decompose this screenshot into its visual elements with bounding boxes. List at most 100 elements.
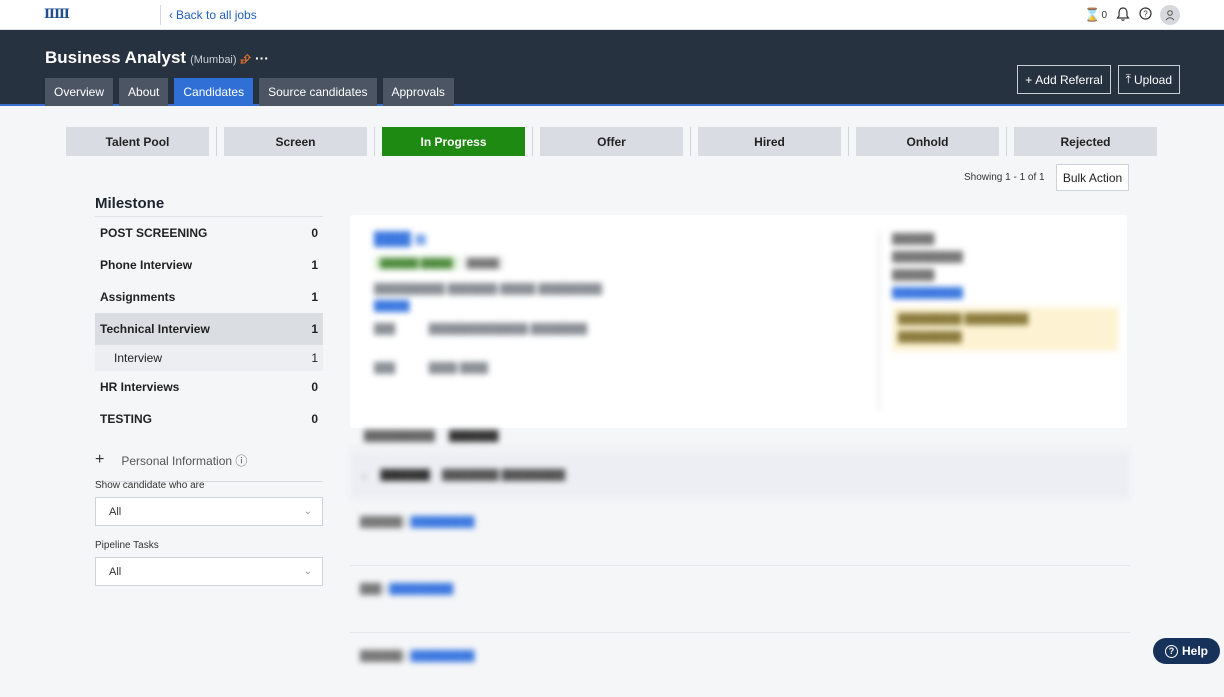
milestone-post-screening[interactable]: POST SCREENING 0 xyxy=(95,217,323,249)
milestone-hr-interviews[interactable]: HR Interviews 0 xyxy=(95,371,323,403)
question-icon: ? xyxy=(1164,644,1178,658)
milestone-count: 1 xyxy=(311,290,318,304)
status-badge-blurred: ██████ █████ xyxy=(374,256,459,270)
blurred-line: ██████ xyxy=(892,234,935,245)
stage-rejected[interactable]: Rejected xyxy=(1014,127,1157,156)
stage-screen[interactable]: Screen xyxy=(224,127,367,156)
milestone-count: 1 xyxy=(311,351,318,365)
stage-in-progress[interactable]: In Progress xyxy=(382,127,525,156)
milestone-technical-interview[interactable]: Technical Interview 1 xyxy=(95,313,323,345)
milestone-label: Assignments xyxy=(100,290,176,304)
chevron-down-icon: ⌄ xyxy=(303,566,312,577)
info-icon: ⓘ xyxy=(235,453,248,468)
job-title: Business Analyst xyxy=(45,48,187,67)
upload-icon: ⤒ xyxy=(1125,72,1131,86)
stage-hired[interactable]: Hired xyxy=(698,127,841,156)
milestone-label: TESTING xyxy=(100,412,153,426)
stage-divider xyxy=(216,127,217,156)
chevron-left-icon: ‹ xyxy=(169,8,173,22)
plus-icon: + xyxy=(1025,72,1033,87)
chevron-down-icon: ⌄ xyxy=(360,470,369,481)
blurred-line: ██████████ xyxy=(892,252,963,263)
feedback-row-blurred: ██████ | █████████ xyxy=(360,651,475,662)
help-circle-icon[interactable]: ? xyxy=(1139,7,1152,23)
tab-approvals[interactable]: Approvals xyxy=(382,78,454,106)
pipeline-stages: Talent Pool Screen In Progress Offer Hir… xyxy=(66,127,1157,156)
candidate-work-blurred: ███ ██████████████ ████████ xyxy=(374,324,588,335)
milestone-list: POST SCREENING 0 Phone Interview 1 Assig… xyxy=(95,216,323,435)
stage-divider xyxy=(374,127,375,156)
svg-text:?: ? xyxy=(1143,9,1148,18)
milestone-title: Milestone xyxy=(95,195,165,212)
hourglass-count: 0 xyxy=(1101,9,1107,21)
milestone-label: POST SCREENING xyxy=(100,226,208,240)
milestone-count: 0 xyxy=(311,226,318,240)
blurred-tab[interactable]: ██████████ xyxy=(364,431,435,448)
candidate-sidebar-blurred: ██████ ██████████ ██████ ██████████ ████… xyxy=(878,231,1118,411)
stage-offer[interactable]: Offer xyxy=(540,127,683,156)
job-title-row: Business Analyst (Mumbai) ⮵ ··· xyxy=(45,48,269,68)
tab-about[interactable]: About xyxy=(119,78,169,106)
interview-stage-row-blurred[interactable]: ⌄ ███████ ████████ █████████ xyxy=(350,452,1130,499)
help-button[interactable]: ? Help xyxy=(1153,638,1220,664)
tab-candidates[interactable]: Candidates xyxy=(174,78,254,106)
milestone-count: 1 xyxy=(311,322,318,336)
header-actions: + Add Referral ⤒ Upload xyxy=(1017,65,1180,94)
milestone-count: 0 xyxy=(311,412,318,426)
add-referral-button[interactable]: + Add Referral xyxy=(1017,65,1111,94)
user-avatar[interactable] xyxy=(1160,5,1180,25)
milestone-phone-interview[interactable]: Phone Interview 1 xyxy=(95,249,323,281)
candidate-name-blurred[interactable]: ████ ▩ xyxy=(374,231,874,247)
company-logo[interactable]: ⅡⅢ xyxy=(44,7,70,22)
milestone-assignments[interactable]: Assignments 1 xyxy=(95,281,323,313)
stage-divider xyxy=(848,127,849,156)
bolt-icon: ⮵ xyxy=(240,51,251,66)
milestone-count: 1 xyxy=(311,258,318,272)
more-options-icon[interactable]: ··· xyxy=(255,50,269,66)
select-value: All xyxy=(109,565,122,578)
personal-information-toggle[interactable]: + Personal Information ⓘ xyxy=(95,451,323,482)
upload-button[interactable]: ⤒ Upload xyxy=(1117,65,1180,94)
job-location: (Mumbai) xyxy=(190,54,237,66)
blurred-tab[interactable]: ███████ xyxy=(449,431,499,448)
blurred-line: ██████ xyxy=(892,270,935,281)
show-candidate-select[interactable]: All ⌄ xyxy=(95,497,323,526)
notice-blurred: █████████ █████████ █████████ xyxy=(892,307,1118,351)
tab-source-candidates[interactable]: Source candidates xyxy=(259,78,377,106)
hourglass-counter[interactable]: ⌛ 0 xyxy=(1084,7,1107,23)
pipeline-tasks-select[interactable]: All ⌄ xyxy=(95,557,323,586)
top-right-actions: ⌛ 0 ? xyxy=(1084,5,1180,25)
blurred-link[interactable]: ██████████ xyxy=(892,285,1118,303)
pipeline-tasks-label: Pipeline Tasks xyxy=(95,540,159,551)
hourglass-icon: ⌛ xyxy=(1084,7,1101,22)
milestone-label: Interview xyxy=(114,351,163,365)
job-tabs: Overview About Candidates Source candida… xyxy=(45,78,454,106)
timeline-tabs-blurred: ██████████ ███████ xyxy=(350,431,1130,449)
candidate-card: ████ ▩ ██████ █████ █████ ██████████ ███… xyxy=(350,215,1127,428)
select-value: All xyxy=(109,505,122,518)
resume-link-blurred[interactable]: █████ xyxy=(374,301,874,312)
plus-icon: + xyxy=(95,451,105,468)
chevron-down-icon: ⌄ xyxy=(303,506,312,517)
job-header: Business Analyst (Mumbai) ⮵ ··· Overview… xyxy=(0,30,1224,106)
bell-icon[interactable] xyxy=(1115,6,1131,25)
milestone-testing[interactable]: TESTING 0 xyxy=(95,403,323,435)
milestone-sub-interview[interactable]: Interview 1 xyxy=(95,345,323,371)
milestone-label: HR Interviews xyxy=(100,380,180,394)
showing-count: Showing 1 - 1 of 1 xyxy=(964,172,1045,183)
row-divider xyxy=(350,565,1130,566)
candidate-skills-blurred: ███ ████ ████ xyxy=(374,363,489,374)
stage-onhold[interactable]: Onhold xyxy=(856,127,999,156)
feedback-row-blurred: ███ | █████████ xyxy=(360,584,454,595)
add-referral-label: Add Referral xyxy=(1035,72,1103,87)
candidate-meta-blurred: ██████████ ███████ █████ █████████ xyxy=(374,284,602,295)
upload-label: Upload xyxy=(1133,72,1172,87)
tab-overview[interactable]: Overview xyxy=(45,78,114,106)
topbar-divider xyxy=(160,5,161,25)
feedback-row-blurred: ██████ | █████████ xyxy=(360,517,475,528)
blurred-text: ████████ █████████ xyxy=(442,470,566,481)
milestone-label: Phone Interview xyxy=(100,258,193,272)
back-to-jobs-link[interactable]: ‹ Back to all jobs xyxy=(169,8,257,22)
stage-talent-pool[interactable]: Talent Pool xyxy=(66,127,209,156)
bulk-action-button[interactable]: Bulk Action xyxy=(1056,164,1129,191)
